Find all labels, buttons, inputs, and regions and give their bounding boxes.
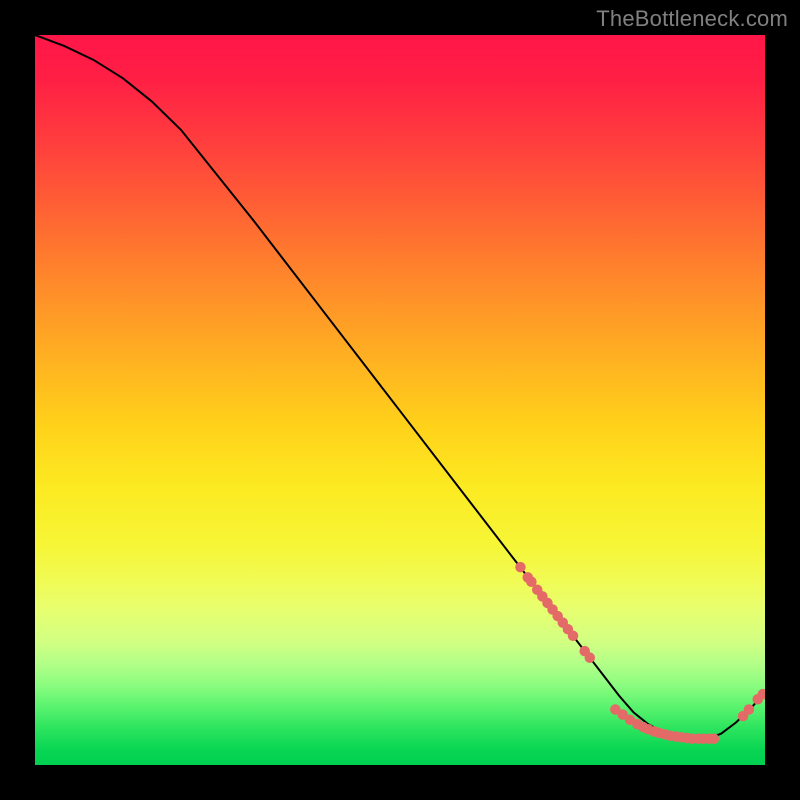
plot-area — [35, 35, 765, 765]
marker-dot — [709, 733, 720, 744]
marker-dot — [568, 631, 579, 642]
curve-line — [35, 35, 765, 739]
chart-frame: TheBottleneck.com — [0, 0, 800, 800]
marker-dot — [744, 704, 755, 715]
marker-dot — [515, 562, 526, 573]
chart-svg — [35, 35, 765, 765]
watermark-text: TheBottleneck.com — [596, 6, 788, 32]
marker-dot — [585, 652, 596, 663]
